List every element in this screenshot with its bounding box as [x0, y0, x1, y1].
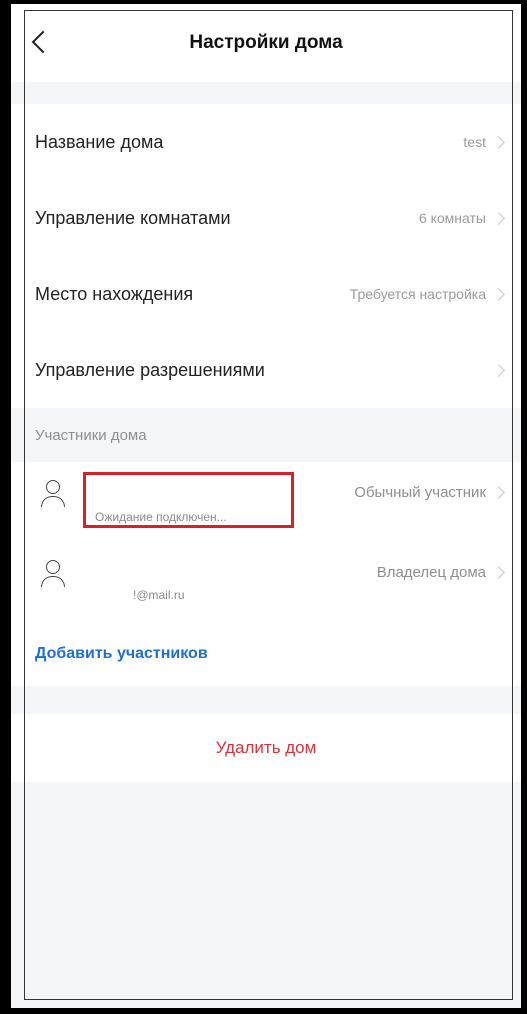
member-role: Обычный участник	[354, 484, 486, 501]
avatar-icon	[41, 480, 65, 508]
chevron-right-icon	[492, 135, 505, 149]
permissions-row[interactable]: Управление разрешениями	[11, 332, 521, 408]
members-section-title: Участники дома	[11, 408, 521, 462]
avatar-icon	[41, 560, 65, 588]
highlight-box	[83, 472, 294, 528]
member-email: !@mail.ru	[133, 588, 185, 602]
add-members-row: Добавить участников	[11, 622, 521, 686]
member-row-owner[interactable]: !@mail.ru Владелец дома	[11, 542, 521, 622]
location-value: Требуется настройка	[349, 286, 486, 302]
permissions-label: Управление разрешениями	[35, 359, 265, 380]
location-row[interactable]: Место нахождения Требуется настройка	[11, 256, 521, 332]
home-name-value: test	[463, 134, 486, 150]
page-title: Настройки дома	[189, 32, 343, 53]
chevron-right-icon	[492, 363, 505, 377]
location-label: Место нахождения	[35, 283, 194, 304]
header: Настройки дома	[11, 4, 521, 82]
member-role-wrap: Обычный участник	[354, 484, 505, 501]
spacer	[11, 686, 521, 714]
chevron-right-icon	[492, 287, 505, 301]
spacer	[11, 82, 521, 104]
home-name-value-wrap: test	[463, 134, 505, 150]
chevron-right-icon	[492, 211, 505, 225]
member-role-wrap: Владелец дома	[376, 564, 505, 581]
chevron-right-icon	[492, 486, 505, 499]
location-value-wrap: Требуется настройка	[349, 286, 505, 302]
home-name-label: Название дома	[35, 131, 164, 152]
room-management-row[interactable]: Управление комнатами 6 комнаты	[11, 180, 521, 256]
members-list: Ожидание подключен... Обычный участник !…	[11, 462, 521, 686]
room-management-value-wrap: 6 комнаты	[418, 210, 505, 226]
room-count-value: 6 комнаты	[418, 210, 486, 226]
settings-list: Название дома test Управление комнатами …	[11, 104, 521, 408]
member-row-pending[interactable]: Ожидание подключен... Обычный участник	[11, 462, 521, 542]
chevron-right-icon	[492, 566, 505, 579]
room-management-label: Управление комнатами	[35, 207, 231, 228]
delete-home-button[interactable]: Удалить дом	[216, 738, 317, 758]
member-role: Владелец дома	[376, 564, 486, 581]
home-settings-screen: Настройки дома Название дома test Управл…	[11, 4, 521, 1008]
delete-home-row: Удалить дом	[11, 714, 521, 782]
permissions-value-wrap	[486, 363, 505, 377]
add-members-button[interactable]: Добавить участников	[35, 645, 208, 663]
screenshot-frame: Настройки дома Название дома test Управл…	[0, 0, 527, 1014]
home-name-row[interactable]: Название дома test	[11, 104, 521, 180]
